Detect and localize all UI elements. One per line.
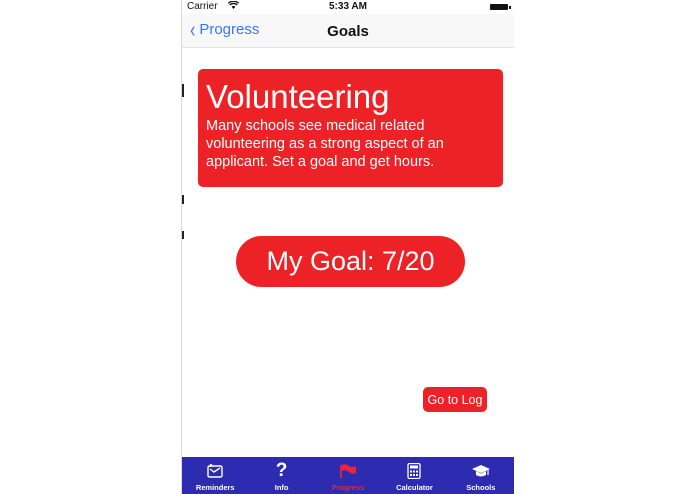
tab-calculator[interactable]: Calculator <box>381 457 447 494</box>
tab-label: Info <box>274 483 289 492</box>
card-description: Many schools see medical related volunte… <box>206 118 444 170</box>
tab-label: Calculator <box>396 483 433 492</box>
tab-info[interactable]: ? Info <box>248 457 314 494</box>
card-title: Volunteering <box>206 78 390 115</box>
tab-reminders[interactable]: Reminders <box>182 457 248 494</box>
screen-edge-mark <box>182 84 184 97</box>
status-bar: Carrier 5:33 AM <box>182 0 514 14</box>
status-time: 5:33 AM <box>329 1 367 12</box>
page-title: Goals <box>327 23 369 40</box>
tab-label: Reminders <box>195 483 235 492</box>
tab-progress[interactable]: Progress <box>315 457 381 494</box>
phone-screen: Carrier 5:33 AM ‹ Progress Goals Volunte… <box>181 0 514 494</box>
graduation-cap-icon <box>471 460 491 482</box>
reminders-icon <box>206 460 224 482</box>
calculator-icon <box>407 460 422 482</box>
volunteering-card: Volunteering Many schools see medical re… <box>198 69 503 187</box>
question-icon: ? <box>275 460 288 481</box>
screen-edge-mark <box>182 231 184 239</box>
screen-edge-mark <box>182 195 184 204</box>
flag-icon <box>338 460 358 482</box>
tab-schools[interactable]: Schools <box>448 457 514 494</box>
navigation-bar: ‹ Progress Goals <box>182 14 514 48</box>
tab-label: Progress <box>331 483 365 492</box>
tab-label: Schools <box>466 483 496 492</box>
battery-icon <box>490 4 511 10</box>
tab-bar: Reminders ? Info Progress Calculator Sch… <box>182 457 514 494</box>
goal-display: My Goal: 7/20 <box>236 236 465 287</box>
go-to-log-button[interactable]: Go to Log <box>423 387 487 412</box>
